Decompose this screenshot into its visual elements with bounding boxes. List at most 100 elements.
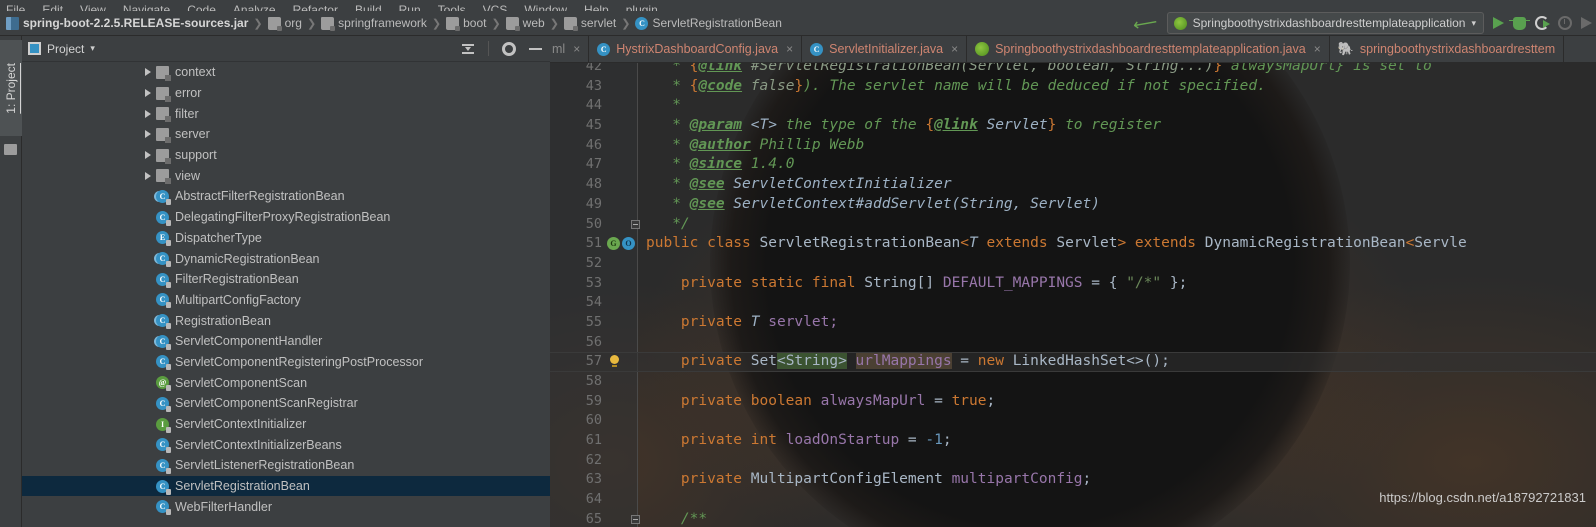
chevron-down-icon[interactable]: ▾ <box>90 43 95 54</box>
menu-bar[interactable]: FileEditViewNavigateCodeAnalyzeRefactorB… <box>0 0 1596 11</box>
breadcrumb-item-web[interactable]: web <box>505 16 545 31</box>
tree-item[interactable]: C ServletComponentRegisteringPostProcesso… <box>22 352 550 373</box>
close-icon[interactable]: × <box>951 42 958 56</box>
profiler-icon[interactable] <box>1558 16 1572 30</box>
editor-tab[interactable]: Springboothystrixdashboardresttemplateap… <box>967 36 1330 62</box>
tree-item[interactable]: view <box>22 165 550 186</box>
chevron-down-icon[interactable]: ▾ <box>1471 18 1476 29</box>
minimize-icon[interactable] <box>529 47 542 50</box>
class-icon: C <box>597 42 611 56</box>
line-number: 59 <box>585 392 602 409</box>
code-editor[interactable]: 42 * {@link #ServletRegistrationBean(Ser… <box>550 63 1596 527</box>
close-icon[interactable]: × <box>1314 42 1321 56</box>
fold-marker-icon[interactable] <box>631 514 640 524</box>
collapse-all-icon[interactable] <box>461 42 475 56</box>
breadcrumb-item-springframework[interactable]: springframework <box>321 16 427 31</box>
tree-item-label: ServletComponentScanRegistrar <box>175 396 358 411</box>
debug-icon[interactable] <box>1509 16 1530 30</box>
breadcrumb-item-spring-boot-2-2-5-release-sources-jar[interactable]: spring-boot-2.2.5.RELEASE-sources.jar <box>6 16 248 30</box>
code-text: * @param <T> the type of the {@link Serv… <box>646 116 1161 136</box>
folder-icon[interactable] <box>4 144 17 155</box>
code-token: * <box>646 77 690 94</box>
sidebar-item-project[interactable]: 1: Project <box>0 40 22 136</box>
tree-item[interactable]: C RegistrationBean <box>22 310 550 331</box>
line-number: 51 <box>585 235 602 252</box>
code-line: 48 * @see ServletContextInitializer <box>550 175 1596 195</box>
navigation-bar: spring-boot-2.2.5.RELEASE-sources.jar ❯ or… <box>0 11 1596 36</box>
tree-item[interactable]: support <box>22 145 550 166</box>
override-gutter-icon[interactable]: O <box>622 237 635 251</box>
code-token: */ <box>646 215 690 232</box>
tree-item[interactable]: C ServletRegistrationBean <box>22 475 550 497</box>
code-token: @code <box>698 77 743 94</box>
code-token: } <box>1213 63 1223 74</box>
editor-tab-label: ml <box>552 42 566 56</box>
code-token: } <box>794 77 804 94</box>
breadcrumb-item-org[interactable]: org <box>267 16 302 31</box>
class-icon: C <box>156 438 171 454</box>
tree-item[interactable]: E DispatcherType <box>22 228 550 249</box>
back-arrow-icon[interactable]: ⟵ <box>1132 12 1159 35</box>
intention-bulb-icon[interactable] <box>610 355 619 368</box>
chevron-right-icon[interactable] <box>145 68 156 76</box>
editor-tab[interactable]: 🐘 springboothystrixdashboardresttem <box>1330 36 1565 62</box>
tree-item[interactable]: C DelegatingFilterProxyRegistrationBean <box>22 207 550 228</box>
close-icon[interactable]: × <box>786 42 793 56</box>
tree-item[interactable]: C DynamicRegistrationBean <box>22 248 550 269</box>
spring-bean-gutter-icon[interactable]: G <box>607 237 620 251</box>
code-token: false <box>742 77 795 94</box>
code-token: @author <box>689 136 751 153</box>
tree-item[interactable]: C WebFilterHandler <box>22 496 550 517</box>
chevron-right-icon[interactable] <box>145 130 156 138</box>
editor-tab[interactable]: C HystrixDashboardConfig.java × <box>589 36 803 62</box>
tree-item[interactable]: C MultipartConfigFactory <box>22 290 550 311</box>
code-token: ; <box>942 432 952 449</box>
chevron-right-icon[interactable] <box>145 89 156 97</box>
tree-item[interactable]: C ServletListenerRegistrationBean <box>22 455 550 476</box>
fold-marker-icon[interactable] <box>631 219 640 229</box>
breadcrumb-separator: ❯ <box>621 17 631 30</box>
line-number: 47 <box>585 156 602 173</box>
project-tree[interactable]: context error filter server support view C Abst… <box>22 62 550 527</box>
editor-tab-bar[interactable]: ml × C HystrixDashboardConfig.java × C Servlet… <box>550 36 1596 63</box>
chevron-right-icon[interactable] <box>145 172 156 180</box>
code-token: the type of the <box>776 117 926 134</box>
code-token: * <box>646 195 690 212</box>
tree-item[interactable]: C FilterRegistrationBean <box>22 269 550 290</box>
folder-icon <box>563 16 578 31</box>
tree-item[interactable]: C AbstractFilterRegistrationBean <box>22 186 550 207</box>
chevron-right-icon[interactable] <box>145 110 156 118</box>
project-tab-label: 1: Project <box>4 62 18 114</box>
close-icon[interactable]: × <box>573 42 580 56</box>
code-token: Servlet <box>977 117 1048 134</box>
tree-item[interactable]: C ServletComponentScanRegistrar <box>22 393 550 414</box>
code-line: 44 * <box>550 96 1596 116</box>
breadcrumb[interactable]: spring-boot-2.2.5.RELEASE-sources.jar ❯ or… <box>6 16 782 31</box>
code-text: private T servlet; <box>646 313 838 333</box>
tree-item[interactable]: @ ServletComponentScan <box>22 372 550 393</box>
project-view-icon <box>28 42 41 55</box>
run-configuration-selector[interactable]: Springboothystrixdashboardresttemplateap… <box>1166 12 1484 34</box>
breadcrumb-item-servletregistrationbean[interactable]: C ServletRegistrationBean <box>635 16 782 30</box>
editor-tab[interactable]: C ServletInitializer.java × <box>802 36 968 62</box>
tree-item-label: ServletRegistrationBean <box>175 479 310 494</box>
tree-item[interactable]: context <box>22 62 550 83</box>
run-with-coverage-icon[interactable] <box>1535 16 1550 30</box>
code-text: */ <box>646 215 690 235</box>
tree-item-label: ServletComponentScan <box>175 375 308 390</box>
tree-item[interactable]: C ServletComponentHandler <box>22 331 550 352</box>
tree-item[interactable]: I ServletContextInitializer <box>22 414 550 435</box>
code-token: private <box>646 471 751 488</box>
editor-tab[interactable]: ml × <box>550 36 590 62</box>
breadcrumb-item-servlet[interactable]: servlet <box>563 16 616 31</box>
tree-item[interactable]: filter <box>22 103 550 124</box>
tree-item[interactable]: C ServletContextInitializerBeans <box>22 434 550 455</box>
tree-item[interactable]: server <box>22 124 550 145</box>
tree-item[interactable]: error <box>22 83 550 104</box>
chevron-right-icon[interactable] <box>145 151 156 159</box>
code-line: 42 * {@link #ServletRegistrationBean(Ser… <box>550 63 1596 77</box>
gear-icon[interactable] <box>502 41 516 56</box>
code-token: = { <box>1082 274 1127 291</box>
run-icon[interactable] <box>1493 17 1504 29</box>
breadcrumb-item-boot[interactable]: boot <box>446 16 486 31</box>
